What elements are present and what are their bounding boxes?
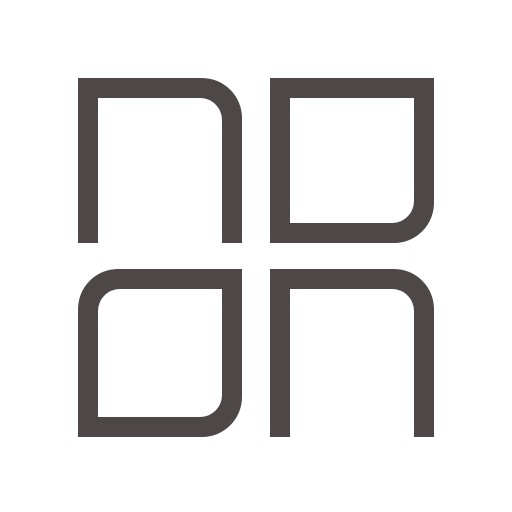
app-canvas <box>0 0 512 512</box>
logo-top-right-shape <box>270 78 434 243</box>
logo-bottom-right-shape <box>270 269 434 437</box>
logo-bottom-left-shape <box>78 269 242 437</box>
logo-top-left-shape <box>78 78 242 243</box>
four-quadrant-logo-icon <box>78 78 434 437</box>
